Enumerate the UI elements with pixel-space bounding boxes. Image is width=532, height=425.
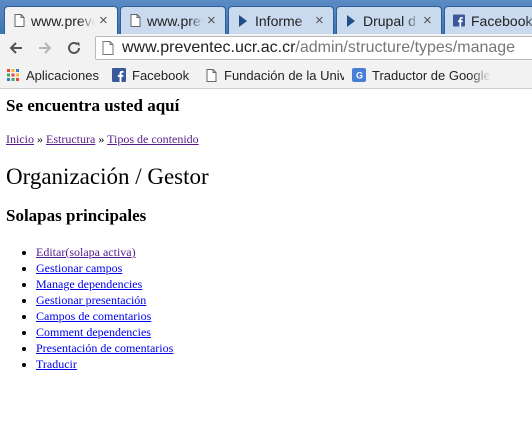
browser-tab[interactable]: Informe × (228, 6, 334, 34)
breadcrumb-link-inicio[interactable]: Inicio (6, 132, 34, 146)
close-icon[interactable]: × (315, 12, 327, 29)
tab-title: www.preventec.ucr.ac.cr (31, 12, 95, 29)
browser-toolbar: www.preventec.ucr.ac.cr/admin/structure/… (0, 34, 532, 62)
browser-tab[interactable]: Facebook (444, 6, 532, 34)
tab-gestionar-campos[interactable]: Gestionar campos (36, 261, 122, 275)
url-host: www.preventec.ucr.ac.cr (122, 39, 296, 56)
breadcrumb-link-tipos[interactable]: Tipos de contenido (107, 132, 199, 146)
page-title: Organización / Gestor (6, 164, 209, 189)
reload-icon[interactable] (63, 37, 85, 59)
back-arrow-icon[interactable] (5, 37, 27, 59)
list-item: Presentación de comentarios (36, 340, 173, 356)
tab-title: Drupal d (363, 12, 416, 29)
breadcrumb-heading: Se encuentra usted aquí (6, 96, 180, 115)
close-icon[interactable]: × (423, 12, 435, 29)
forward-arrow-icon[interactable] (34, 37, 56, 59)
primary-tabs-heading: Solapas principales (6, 206, 147, 225)
breadcrumb-separator: » (98, 132, 105, 146)
list-item: Manage dependencies (36, 276, 173, 292)
bookmarks-bar: Aplicaciones Facebook Fundación de la Un… (0, 62, 532, 89)
bookmark-fundacion[interactable]: Fundación de la Universidad (204, 66, 344, 84)
bookmark-label: Facebook (132, 67, 190, 83)
browser-tab[interactable]: Drupal d × (336, 6, 442, 34)
primary-tabs-list: Editar(solapa activa) Gestionar campos M… (6, 244, 173, 372)
close-icon[interactable]: × (207, 12, 219, 29)
drupal-play-icon (345, 14, 357, 28)
browser-tab[interactable]: www.preventec.ucr.ac.cr × (4, 6, 118, 34)
google-translate-icon: G (352, 68, 366, 82)
page-icon (129, 14, 141, 28)
bookmark-label: Fundación de la Universidad (224, 67, 344, 83)
breadcrumb: Inicio » Estructura » Tipos de contenido (6, 132, 199, 147)
list-item: Editar(solapa activa) (36, 244, 173, 260)
page-icon (13, 14, 25, 28)
list-item: Comment dependencies (36, 324, 173, 340)
bookmark-facebook[interactable]: Facebook (112, 66, 198, 84)
list-item: Campos de comentarios (36, 308, 173, 324)
tab-presentacion-comentarios[interactable]: Presentación de comentarios (36, 341, 173, 355)
apps-grid-icon (6, 68, 20, 82)
tab-gestionar-presentacion[interactable]: Gestionar presentación (36, 293, 146, 307)
svg-text:G: G (356, 71, 363, 81)
facebook-icon (112, 68, 126, 82)
tab-campos-comentarios[interactable]: Campos de comentarios (36, 309, 151, 323)
bookmark-traductor[interactable]: G Traductor de Google (352, 66, 497, 84)
list-item: Traducir (36, 356, 173, 372)
tab-editar[interactable]: Editar(solapa activa) (36, 245, 136, 259)
close-icon[interactable]: × (99, 12, 111, 29)
drupal-play-icon (237, 14, 249, 28)
list-item: Gestionar campos (36, 260, 173, 276)
page-icon (204, 68, 218, 82)
url-path: /admin/structure/types/manage (295, 39, 516, 56)
page-icon (102, 40, 116, 56)
breadcrumb-separator: » (37, 132, 43, 146)
browser-tab[interactable]: www.preventec.ucr.ac.cr × (120, 6, 226, 34)
bookmark-label: Traductor de Google (372, 67, 491, 83)
list-item: Gestionar presentación (36, 292, 173, 308)
address-bar[interactable]: www.preventec.ucr.ac.cr/admin/structure/… (95, 36, 532, 60)
tab-manage-dependencies[interactable]: Manage dependencies (36, 277, 142, 291)
facebook-icon (453, 14, 465, 28)
tab-title: Informe (255, 12, 303, 29)
tab-comment-dependencies[interactable]: Comment dependencies (36, 325, 151, 339)
tab-traducir[interactable]: Traducir (36, 357, 77, 371)
browser-tabstrip: www.preventec.ucr.ac.cr × www.preventec.… (0, 0, 532, 34)
tab-title: Facebook (471, 12, 532, 29)
tab-title: www.preventec.ucr.ac.cr (147, 12, 203, 29)
breadcrumb-link-estructura[interactable]: Estructura (46, 132, 95, 146)
bookmark-apps[interactable]: Aplicaciones (6, 66, 106, 84)
bookmark-label: Aplicaciones (26, 67, 99, 83)
